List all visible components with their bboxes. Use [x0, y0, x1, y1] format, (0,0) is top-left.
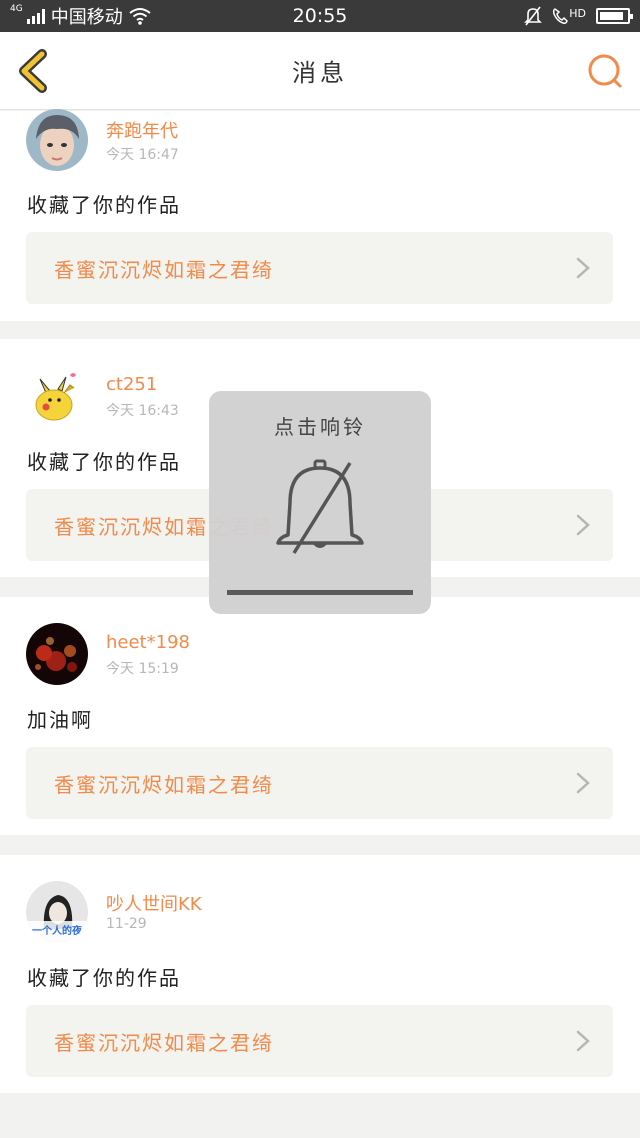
message-text: 加油啊	[27, 708, 93, 732]
avatar[interactable]	[26, 365, 88, 427]
user-avatar-image	[26, 623, 88, 685]
status-bar: 4G 中国移动 20:55 HD	[0, 0, 640, 32]
avatar[interactable]	[26, 109, 88, 171]
post-time: 11-29	[106, 916, 147, 932]
notification-card: heet*198 今天 15:19 加油啊 香蜜沉沉烬如霜之君绮	[0, 597, 640, 835]
chevron-left-icon	[19, 49, 47, 93]
user-name[interactable]: heet*198	[106, 632, 190, 653]
post-time: 今天 16:47	[106, 147, 179, 163]
chevron-right-icon	[576, 1030, 590, 1052]
notification-card: 奔跑年代 今天 16:47 收藏了你的作品 香蜜沉沉烬如霜之君绮	[0, 109, 640, 321]
message-text: 收藏了你的作品	[27, 966, 181, 990]
status-right: HD	[450, 6, 633, 26]
user-name[interactable]: 奔跑年代	[106, 117, 178, 143]
user-avatar-image	[26, 109, 88, 171]
message-text: 收藏了你的作品	[27, 450, 181, 474]
back-button[interactable]	[14, 48, 58, 94]
notification-card: 一个人的夜 吵人世间KK 11-29 收藏了你的作品 香蜜沉沉烬如霜之君绮	[0, 855, 640, 1093]
carrier-name: 中国移动	[50, 7, 123, 28]
hd-label: HD	[569, 7, 586, 20]
work-title: 香蜜沉沉烬如霜之君绮	[54, 257, 274, 282]
post-time: 今天 16:43	[106, 403, 179, 419]
volume-bar	[227, 590, 413, 595]
user-name[interactable]: ct251	[106, 374, 157, 395]
work-link[interactable]: 香蜜沉沉烬如霜之君绮	[26, 747, 613, 819]
call-hd-icon	[553, 8, 569, 24]
status-left: 4G 中国移动	[10, 3, 190, 29]
work-title: 香蜜沉沉烬如霜之君绮	[54, 772, 274, 797]
work-link[interactable]: 香蜜沉沉烬如霜之君绮	[26, 232, 613, 304]
battery-icon	[596, 8, 633, 24]
message-text: 收藏了你的作品	[27, 193, 181, 217]
work-title: 香蜜沉沉烬如霜之君绮	[54, 1030, 274, 1055]
app-header: 消息	[0, 32, 640, 110]
avatar[interactable]: 一个人的夜	[26, 881, 88, 943]
call-hd-indicator: HD	[552, 7, 586, 25]
chevron-right-icon	[576, 257, 590, 279]
ring-toast[interactable]: 点击响铃	[209, 391, 431, 614]
user-name[interactable]: 吵人世间KK	[106, 890, 202, 916]
toast-label: 点击响铃	[274, 415, 366, 439]
avatar-caption: 一个人的夜	[32, 926, 82, 937]
work-link[interactable]: 香蜜沉沉烬如霜之君绮	[26, 1005, 613, 1077]
user-avatar-image	[26, 365, 88, 427]
search-icon	[588, 54, 622, 88]
search-button[interactable]	[584, 50, 626, 92]
mute-icon	[524, 6, 543, 26]
bell-muted-icon	[276, 459, 364, 554]
signal-icon	[26, 8, 45, 24]
avatar[interactable]	[26, 623, 88, 685]
page-title: 消息	[292, 59, 348, 87]
network-type: 4G	[10, 4, 23, 14]
chevron-right-icon	[576, 514, 590, 536]
post-time: 今天 15:19	[106, 661, 179, 677]
wifi-icon	[129, 8, 151, 25]
chevron-right-icon	[576, 772, 590, 794]
